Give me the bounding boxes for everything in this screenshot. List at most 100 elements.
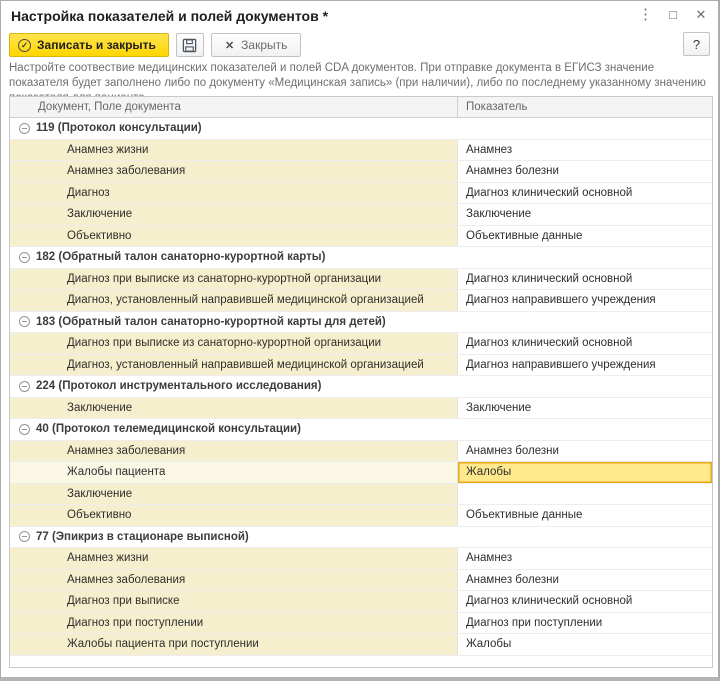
indicator-cell[interactable]: Анамнез болезни xyxy=(457,161,712,182)
data-row[interactable]: Анамнез заболевания Анамнез болезни xyxy=(10,570,712,592)
indicator-cell[interactable]: Диагноз клинический основной xyxy=(457,269,712,290)
table-body: 119 (Протокол консультации)Анамнез жизни… xyxy=(10,118,712,656)
group-label: 183 (Обратный талон санаторно-курортной … xyxy=(30,316,386,328)
indicator-cell[interactable]: Анамнез xyxy=(457,140,712,161)
data-row[interactable]: Диагноз при выписке из санаторно-курортн… xyxy=(10,269,712,291)
group-row[interactable]: 40 (Протокол телемедицинской консультаци… xyxy=(10,419,712,441)
document-field-cell[interactable]: Анамнез жизни xyxy=(10,140,457,161)
group-row[interactable]: 119 (Протокол консультации) xyxy=(10,118,712,140)
indicator-cell[interactable]: Заключение xyxy=(457,398,712,419)
indicator-cell-selected[interactable]: Жалобы xyxy=(457,462,712,483)
document-field-cell[interactable]: Диагноз, установленный направившей медиц… xyxy=(10,290,457,311)
data-row[interactable]: Жалобы пациента при поступлении Жалобы xyxy=(10,634,712,656)
close-window-icon[interactable]: ✕ xyxy=(694,7,708,23)
indicator-cell[interactable]: Диагноз направившего учреждения xyxy=(457,355,712,376)
maximize-icon[interactable]: □ xyxy=(666,7,680,23)
document-field-cell[interactable]: Анамнез заболевания xyxy=(10,570,457,591)
data-row[interactable]: Жалобы пациента Жалобы xyxy=(10,462,712,484)
collapse-icon[interactable] xyxy=(19,123,30,134)
document-field-cell[interactable]: Объективно xyxy=(10,505,457,526)
data-row[interactable]: Анамнез заболевания Анамнез болезни xyxy=(10,441,712,463)
document-field-text: Жалобы пациента при поступлении xyxy=(67,638,259,650)
data-row[interactable]: Диагноз, установленный направившей медиц… xyxy=(10,355,712,377)
indicator-cell[interactable]: Объективные данные xyxy=(457,505,712,526)
group-row[interactable]: 224 (Протокол инструментального исследов… xyxy=(10,376,712,398)
more-icon[interactable]: ⋮ xyxy=(638,7,652,23)
header-cell-document[interactable]: Документ, Поле документа xyxy=(10,97,457,117)
indicator-cell[interactable]: Анамнез болезни xyxy=(457,570,712,591)
indicator-text: Анамнез болезни xyxy=(466,445,559,457)
close-button[interactable]: ✕ Закрыть xyxy=(211,33,301,57)
indicator-cell[interactable]: Диагноз при поступлении xyxy=(457,613,712,634)
data-row[interactable]: Объективно Объективные данные xyxy=(10,505,712,527)
data-row[interactable]: Диагноз при выписке Диагноз клинический о… xyxy=(10,591,712,613)
indicator-text: Диагноз клинический основной xyxy=(466,595,632,607)
document-field-cell[interactable]: Анамнез заболевания xyxy=(10,161,457,182)
indicator-cell[interactable] xyxy=(457,484,712,505)
document-field-cell[interactable]: Диагноз при выписке xyxy=(10,591,457,612)
document-field-cell[interactable]: Диагноз при выписке из санаторно-курортн… xyxy=(10,269,457,290)
document-field-cell[interactable]: Заключение xyxy=(10,484,457,505)
collapse-icon[interactable] xyxy=(19,531,30,542)
document-field-cell[interactable]: Диагноз при выписке из санаторно-курортн… xyxy=(10,333,457,354)
document-field-cell[interactable]: Анамнез заболевания xyxy=(10,441,457,462)
collapse-icon[interactable] xyxy=(19,424,30,435)
data-row[interactable]: Объективно Объективные данные xyxy=(10,226,712,248)
save-button[interactable] xyxy=(176,33,204,57)
indicator-text: Жалобы xyxy=(466,466,511,478)
indicator-text: Диагноз при поступлении xyxy=(466,617,602,629)
title-bar: Настройка показателей и полей документов… xyxy=(1,1,718,31)
document-field-cell[interactable]: Диагноз при поступлении xyxy=(10,613,457,634)
group-row[interactable]: 77 (Эпикриз в стационаре выписной) xyxy=(10,527,712,549)
mapping-table: Документ, Поле документа Показатель 119 … xyxy=(9,96,713,668)
header-cell-indicator[interactable]: Показатель xyxy=(457,97,712,117)
indicator-cell[interactable]: Объективные данные xyxy=(457,226,712,247)
document-field-cell[interactable]: Анамнез жизни xyxy=(10,548,457,569)
document-field-cell[interactable]: Заключение xyxy=(10,398,457,419)
indicator-cell[interactable]: Диагноз клинический основной xyxy=(457,183,712,204)
indicator-cell[interactable]: Диагноз клинический основной xyxy=(457,333,712,354)
indicator-cell[interactable]: Жалобы xyxy=(457,634,712,655)
data-row[interactable]: Заключение xyxy=(10,484,712,506)
data-row[interactable]: Анамнез жизниАнамнез xyxy=(10,548,712,570)
collapse-icon[interactable] xyxy=(19,316,30,327)
data-row[interactable]: Диагноз Диагноз клинический основной xyxy=(10,183,712,205)
document-field-text: Анамнез заболевания xyxy=(67,574,185,586)
data-row[interactable]: Диагноз при выписке из санаторно-курортн… xyxy=(10,333,712,355)
document-field-cell[interactable]: Жалобы пациента xyxy=(10,462,457,483)
document-field-text: Заключение xyxy=(67,208,132,220)
data-row[interactable]: Заключение Заключение xyxy=(10,204,712,226)
document-field-text: Диагноз xyxy=(67,187,110,199)
data-row[interactable]: ЗаключениеЗаключение xyxy=(10,398,712,420)
indicator-text: Заключение xyxy=(466,208,531,220)
document-field-cell[interactable]: Жалобы пациента при поступлении xyxy=(10,634,457,655)
data-row[interactable]: Анамнез заболевания Анамнез болезни xyxy=(10,161,712,183)
data-row[interactable]: Диагноз, установленный направившей медиц… xyxy=(10,290,712,312)
document-field-cell[interactable]: Заключение xyxy=(10,204,457,225)
group-row[interactable]: 183 (Обратный талон санаторно-курортной … xyxy=(10,312,712,334)
collapse-icon[interactable] xyxy=(19,381,30,392)
window-controls: ⋮ □ ✕ xyxy=(638,7,708,23)
indicator-cell[interactable]: Диагноз клинический основной xyxy=(457,591,712,612)
indicator-cell[interactable]: Анамнез болезни xyxy=(457,441,712,462)
data-row[interactable]: Анамнез жизни Анамнез xyxy=(10,140,712,162)
document-field-cell[interactable]: Диагноз xyxy=(10,183,457,204)
indicator-cell[interactable]: Диагноз направившего учреждения xyxy=(457,290,712,311)
collapse-icon[interactable] xyxy=(19,252,30,263)
indicator-text: Объективные данные xyxy=(466,230,582,242)
indicator-text: Анамнез xyxy=(466,144,512,156)
table-header: Документ, Поле документа Показатель xyxy=(10,97,712,118)
group-row[interactable]: 182 (Обратный талон санаторно-курортной … xyxy=(10,247,712,269)
indicator-cell[interactable]: Анамнез xyxy=(457,548,712,569)
group-label: 224 (Протокол инструментального исследов… xyxy=(30,380,321,392)
document-field-text: Диагноз при выписке из санаторно-курортн… xyxy=(67,273,381,285)
save-and-close-button[interactable]: ✓ Записать и закрыть xyxy=(9,33,169,57)
help-button[interactable]: ? xyxy=(683,32,710,56)
document-field-cell[interactable]: Диагноз, установленный направившей медиц… xyxy=(10,355,457,376)
indicator-text: Объективные данные xyxy=(466,509,582,521)
document-field-text: Анамнез заболевания xyxy=(67,165,185,177)
indicator-cell[interactable]: Заключение xyxy=(457,204,712,225)
indicator-text: Анамнез болезни xyxy=(466,574,559,586)
document-field-cell[interactable]: Объективно xyxy=(10,226,457,247)
data-row[interactable]: Диагноз при поступлении Диагноз при посту… xyxy=(10,613,712,635)
